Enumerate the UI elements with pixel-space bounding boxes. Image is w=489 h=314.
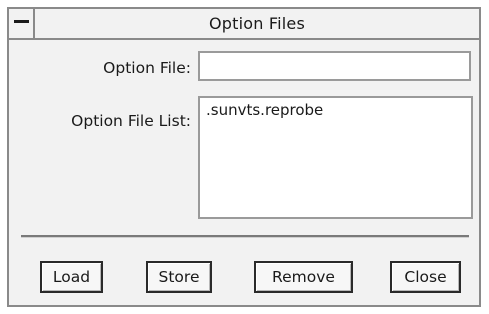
separator — [21, 235, 469, 238]
option-file-listbox[interactable]: .sunvts.reprobe — [198, 96, 473, 219]
option-file-input[interactable] — [198, 51, 471, 81]
load-button[interactable]: Load — [40, 261, 103, 293]
window-menu-icon — [13, 20, 29, 23]
window-title: Option Files — [209, 14, 305, 33]
store-button[interactable]: Store — [146, 261, 212, 293]
close-button[interactable]: Close — [390, 261, 461, 293]
option-files-dialog: Option Files Option File: Option File Li… — [7, 7, 481, 307]
title-bar: Option Files — [9, 9, 479, 40]
option-file-list-label: Option File List: — [71, 112, 191, 130]
screen: Option Files Option File: Option File Li… — [0, 0, 489, 314]
option-file-label: Option File: — [103, 59, 191, 77]
remove-button[interactable]: Remove — [254, 261, 353, 293]
window-menu-button[interactable] — [9, 9, 35, 38]
list-item[interactable]: .sunvts.reprobe — [206, 100, 465, 120]
